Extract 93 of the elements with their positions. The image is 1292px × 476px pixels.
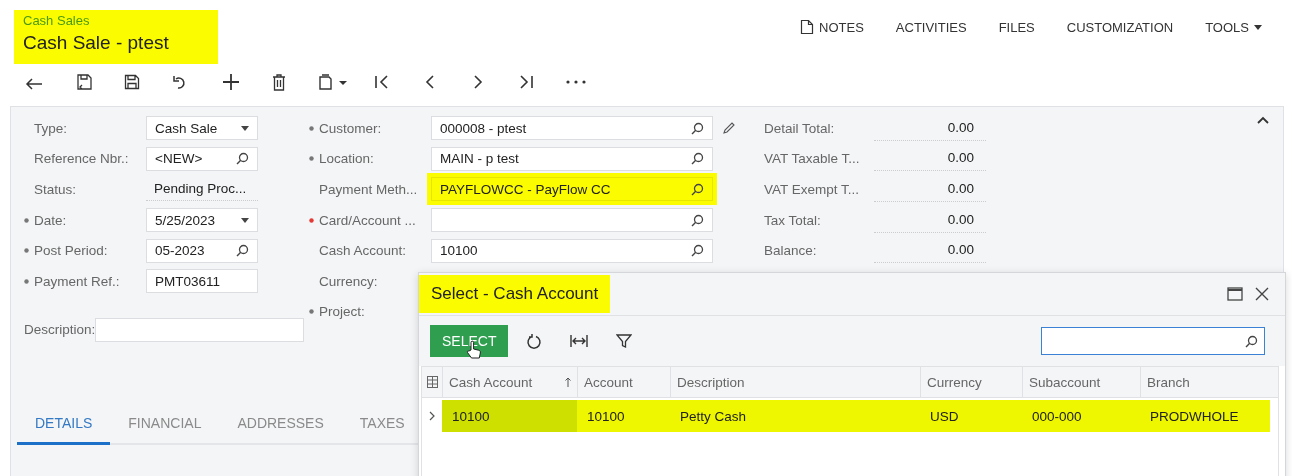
table-cell: 10100 (442, 400, 577, 432)
total-value: 0.00 (874, 207, 986, 233)
lookup-field[interactable]: MAIN - p test (431, 146, 713, 171)
lookup-field[interactable]: 000008 - ptest (431, 116, 713, 141)
caret-icon (241, 217, 249, 223)
search-icon (1245, 334, 1258, 348)
field-label: Payment Meth... (319, 182, 419, 197)
field-label: Reference Nbr.: (34, 151, 130, 167)
table-cell-text: Petty Cash (679, 407, 748, 426)
dropdown-field[interactable]: 5/25/2023 (146, 208, 258, 233)
column-header[interactable]: Cash Account (442, 367, 577, 397)
field-label: Customer: (319, 120, 383, 136)
field-label: Currency: (319, 273, 379, 289)
menu-button[interactable]: TOOLS (1189, 16, 1278, 38)
total-label: Tax Total: (764, 212, 822, 228)
save-close-icon[interactable] (76, 73, 92, 91)
maximize-icon[interactable] (1227, 287, 1243, 301)
total-value: 0.00 (874, 146, 986, 172)
menu-button[interactable]: NOTES (784, 16, 880, 38)
row-pointer-icon (429, 411, 435, 421)
copy-dropdown-icon[interactable] (318, 73, 348, 91)
search-field[interactable] (1041, 327, 1265, 355)
total-label: VAT Taxable T... (764, 151, 861, 167)
field-label: Status: (34, 182, 78, 197)
field-label: Project: (319, 304, 366, 320)
table-cell-text: 10100 (586, 407, 626, 426)
first-record-icon[interactable] (374, 74, 390, 90)
search-icon (236, 244, 249, 258)
caret-icon (1254, 24, 1262, 30)
column-header[interactable]: Description (670, 367, 920, 397)
search-icon (691, 213, 704, 227)
field-label: Location: (319, 151, 375, 167)
field-value: Pending Proc... (146, 177, 258, 202)
required-icon (309, 125, 314, 131)
lookup-field[interactable]: <NEW> (146, 146, 258, 171)
field-label: Payment Ref.: (34, 273, 121, 289)
table-cell-text: PRODWHOLE (1149, 407, 1240, 426)
total-label: Balance: (764, 243, 818, 259)
total-value: 0.00 (874, 177, 986, 202)
trash-icon[interactable] (272, 73, 286, 91)
field-label: Date: (34, 212, 68, 228)
collapse-icon[interactable] (1257, 116, 1269, 124)
lookup-field[interactable]: 10100 (431, 238, 713, 263)
search-icon (691, 183, 704, 196)
menu-button[interactable]: FILES (982, 16, 1051, 38)
search-icon (691, 152, 704, 166)
field-label: Post Period: (34, 243, 109, 259)
column-header[interactable]: Currency (920, 367, 1022, 397)
total-label: Detail Total: (764, 120, 836, 136)
save-icon[interactable] (124, 74, 140, 90)
column-header[interactable]: Branch (1140, 367, 1278, 397)
pencil-icon[interactable] (722, 121, 736, 136)
total-label: VAT Exempt T... (764, 182, 861, 197)
input-field[interactable]: PMT03611 (146, 269, 258, 294)
required-icon (24, 217, 29, 223)
table-cell-text: USD (929, 407, 960, 426)
lookup-field[interactable]: 05-2023 (146, 238, 258, 263)
fit-width-icon[interactable] (570, 334, 589, 348)
column-header[interactable]: Account (577, 367, 670, 397)
field-label: Card/Account ... (319, 212, 417, 228)
caret-icon (241, 125, 249, 131)
total-value: 0.00 (874, 115, 986, 141)
field-label: Type: (34, 120, 69, 136)
column-settings-icon[interactable] (426, 376, 438, 388)
filter-icon[interactable] (616, 333, 633, 349)
table-cell-text: 000-000 (1031, 407, 1083, 426)
plus-icon[interactable] (222, 73, 240, 91)
row-highlight[interactable]: 10100 10100 Petty Cash USD 000-000 PRODWHOLE (442, 400, 1270, 432)
field-label: Cash Account: (319, 243, 408, 259)
required-icon (309, 217, 314, 223)
close-icon[interactable] (1255, 287, 1269, 301)
dialog-title: Select - Cash Account (419, 275, 611, 313)
total-value: 0.00 (874, 238, 986, 264)
dropdown-field[interactable]: Cash Sale (146, 116, 258, 141)
required-icon (309, 156, 314, 162)
more-icon[interactable] (566, 80, 586, 84)
lookup-field[interactable] (431, 208, 713, 233)
menu-button[interactable]: ACTIVITIES (879, 16, 983, 38)
note-icon (800, 19, 815, 35)
page-title: Cash Sale - ptest (23, 32, 170, 54)
column-header[interactable]: Subaccount (1022, 367, 1140, 397)
tab[interactable]: DETAILS (17, 404, 111, 445)
required-icon (309, 309, 314, 315)
field-label: Description: (23, 322, 96, 338)
required-icon (24, 278, 29, 284)
refresh-icon[interactable] (526, 333, 543, 349)
description-field[interactable] (95, 317, 304, 342)
required-icon (24, 248, 29, 254)
last-record-icon[interactable] (518, 74, 534, 90)
menu-button[interactable]: CUSTOMIZATION (1050, 16, 1190, 38)
search-icon (236, 152, 249, 166)
search-icon (691, 244, 704, 258)
search-icon (691, 121, 704, 135)
